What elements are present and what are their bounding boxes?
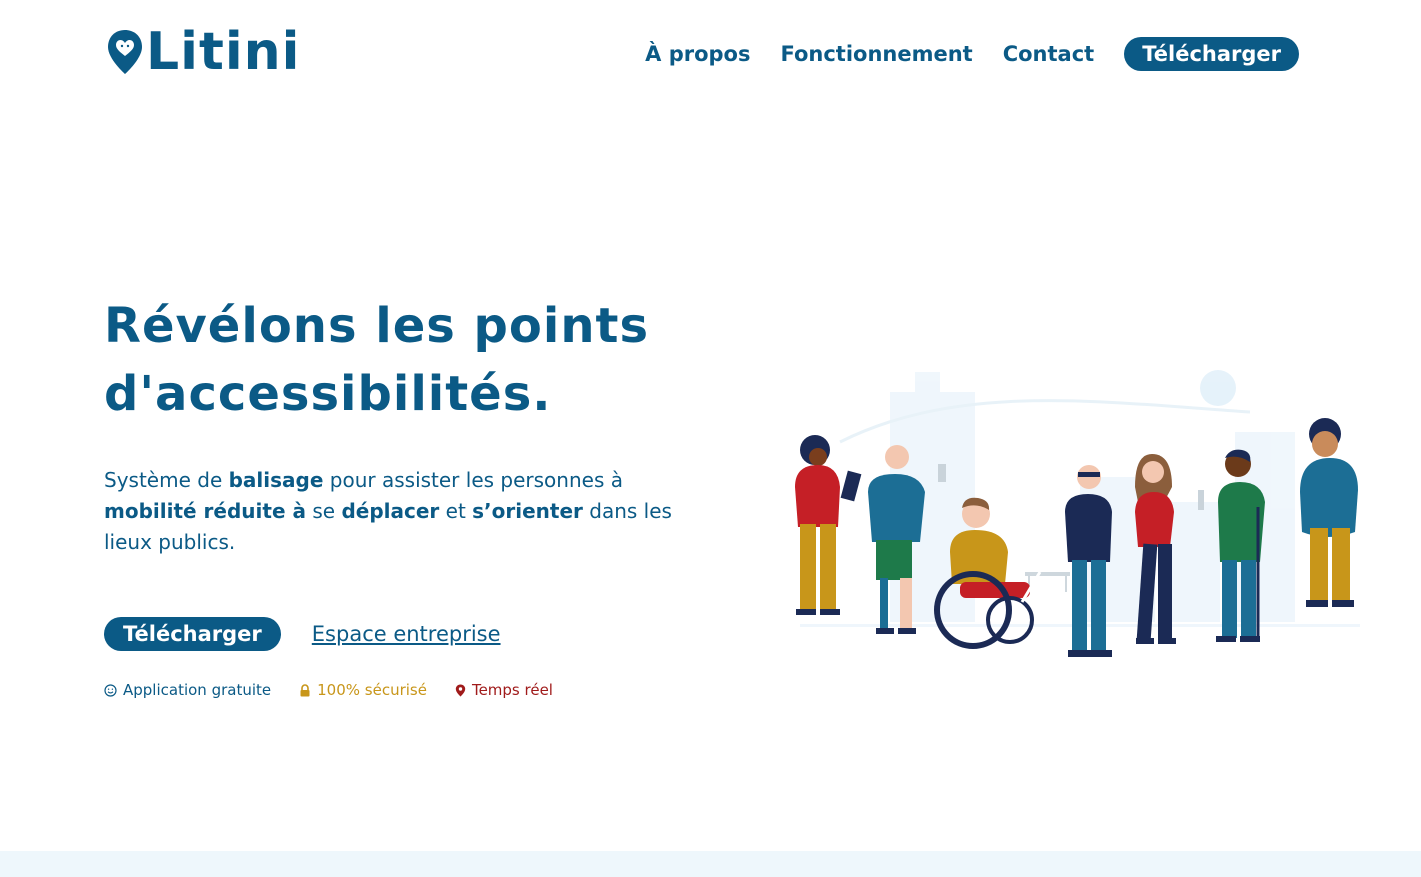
feature-secure: 100% sécurisé [299,681,427,699]
person-7 [1300,418,1358,607]
nav-link-how-it-works[interactable]: Fonctionnement [780,37,972,71]
desc-bold-1: balisage [228,468,324,492]
hero-title-line2: d'accessibilités. [104,366,552,422]
hero-cta: Télécharger Espace entreprise [104,617,501,651]
hero-title-line1: Révélons les points [104,298,650,354]
feature-free: Application gratuite [104,681,271,699]
business-space-link[interactable]: Espace entreprise [312,622,501,646]
feature-secure-label: 100% sécurisé [317,681,427,699]
location-pin-icon [455,684,466,696]
desc-bold-3: déplacer [341,499,440,523]
download-button[interactable]: Télécharger [104,617,281,651]
desc-bold-2: mobilité réduite à [104,499,306,523]
hero-title: Révélons les points d'accessibilités. [104,292,744,428]
site-header: Litini À propos Fonctionnement Contact T… [0,0,1421,110]
next-section-strip [0,851,1421,877]
desc-text-2: pour assister les personnes à [323,468,623,492]
desc-text-3: se [305,499,342,523]
desc-text-1: Système de [104,468,229,492]
person-1 [795,435,862,615]
map-pin-heart-icon [108,30,142,74]
nav-download-button[interactable]: Télécharger [1124,37,1299,71]
smile-icon [104,683,117,697]
feature-list: Application gratuite 100% sécurisé Temps… [104,681,581,699]
logo[interactable]: Litini [106,26,300,78]
desc-text-4: et [439,499,473,523]
desc-bold-4: s’orienter [472,499,583,523]
main-nav: À propos Fonctionnement Contact Téléchar… [615,37,1299,71]
nav-link-contact[interactable]: Contact [1003,37,1095,71]
nav-link-about[interactable]: À propos [645,37,750,71]
feature-free-label: Application gratuite [123,681,272,699]
logo-text: Litini [146,22,301,82]
hero-description: Système de balisage pour assister les pe… [104,465,714,558]
lock-icon [300,683,310,696]
people-diversity-illustration [795,370,1360,657]
feature-realtime: Temps réel [455,681,553,699]
feature-realtime-label: Temps réel [471,681,553,699]
